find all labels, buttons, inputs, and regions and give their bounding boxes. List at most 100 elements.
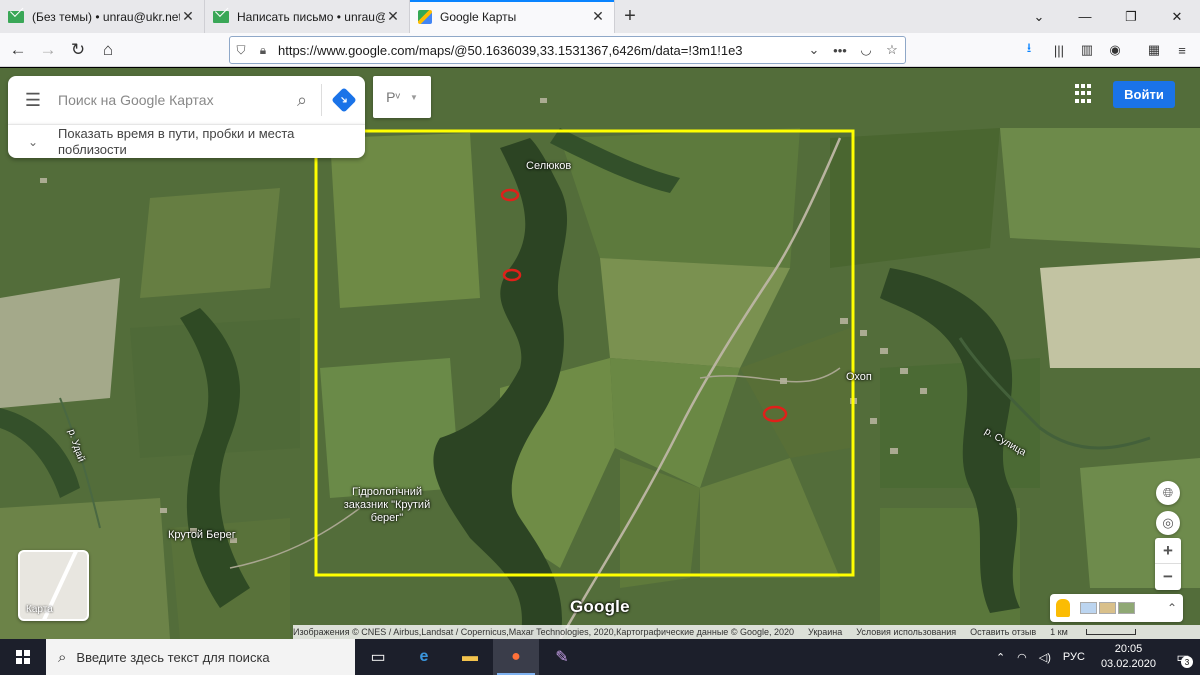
close-tab-icon[interactable]: ✕ bbox=[385, 8, 401, 25]
windows-icon bbox=[16, 650, 30, 664]
search-icon: ⌕ bbox=[58, 648, 67, 666]
zoom-out-button[interactable]: − bbox=[1155, 564, 1181, 590]
scale-label: 1 км bbox=[1050, 627, 1068, 637]
window-controls: ⌄ — ❐ ✕ bbox=[1016, 0, 1200, 33]
tab-title: (Без темы) • unrau@ukr.net bbox=[32, 9, 180, 24]
firefox-icon[interactable]: ● bbox=[493, 639, 539, 675]
show-hidden-icons-icon[interactable]: ⌃ bbox=[996, 651, 1005, 664]
sidebar-icon[interactable]: ▥ bbox=[1076, 39, 1098, 61]
extensions-icon[interactable]: ▦ bbox=[1143, 39, 1165, 61]
country-link[interactable]: Украина bbox=[808, 627, 842, 637]
lock-icon[interactable]: 🔒︎ bbox=[252, 43, 274, 58]
scale-bar bbox=[1085, 629, 1136, 635]
file-explorer-icon[interactable]: ▬ bbox=[447, 639, 493, 675]
layers-bar: ⌃ bbox=[1050, 594, 1183, 622]
bookmark-star-icon[interactable]: ☆ bbox=[879, 42, 905, 58]
taskbar-search-placeholder: Введите здесь текст для поиска bbox=[76, 649, 270, 665]
new-tab-button[interactable]: + bbox=[615, 0, 645, 33]
search-box: ☰ ⌕ ➜ bbox=[8, 76, 365, 124]
notification-count: 3 bbox=[1181, 656, 1193, 668]
mail-icon bbox=[8, 10, 24, 23]
notifications-icon[interactable]: ▭ 3 bbox=[1166, 639, 1200, 675]
map-type-toggle[interactable]: Карта bbox=[18, 550, 89, 621]
clock-date: 03.02.2020 bbox=[1100, 658, 1156, 670]
page-actions-icon[interactable]: ••• bbox=[827, 43, 853, 58]
scale-indicator[interactable]: 1 км bbox=[1050, 627, 1136, 637]
back-icon[interactable]: ← bbox=[4, 36, 32, 64]
layer-thumb-icon[interactable] bbox=[1080, 602, 1097, 614]
shield-icon[interactable]: ⛉ bbox=[230, 43, 252, 58]
tab-mail-inbox[interactable]: (Без темы) • unrau@ukr.net ✕ bbox=[0, 0, 205, 33]
sign-in-button[interactable]: Войти bbox=[1113, 81, 1175, 108]
language-select[interactable]: Рᵛ ▼ bbox=[373, 76, 431, 118]
pocket-icon[interactable]: ◡ bbox=[853, 42, 879, 58]
tab-mail-compose[interactable]: Написать письмо • unrau@ukr.net ✕ bbox=[205, 0, 410, 33]
account-icon[interactable]: ◉ bbox=[1104, 39, 1126, 61]
chevron-down-icon[interactable]: ⌄ bbox=[801, 42, 827, 58]
attribution-bar: Изображения © CNES / Airbus,Landsat / Co… bbox=[293, 625, 1200, 639]
close-window-icon[interactable]: ✕ bbox=[1154, 0, 1200, 33]
feedback-link[interactable]: Оставить отзыв bbox=[970, 627, 1036, 637]
chevron-down-icon[interactable]: ⌄ bbox=[8, 135, 58, 149]
tab-title: Google Карты bbox=[440, 9, 517, 24]
language-indicator[interactable]: РУС bbox=[1063, 651, 1085, 663]
restore-icon[interactable]: ❐ bbox=[1108, 0, 1154, 33]
apps-grid-icon[interactable] bbox=[1075, 84, 1095, 104]
reload-icon[interactable]: ↻ bbox=[64, 36, 92, 64]
tab-title: Написать письмо • unrau@ukr.net bbox=[237, 9, 385, 24]
nearby-info-panel[interactable]: ⌄ Показать время в пути, пробки и места … bbox=[8, 124, 365, 158]
globe-icon[interactable]: 🌐︎ bbox=[1156, 481, 1180, 505]
google-maps-icon bbox=[418, 9, 432, 24]
language-value: Рᵛ bbox=[386, 89, 400, 105]
menu-icon[interactable]: ☰ bbox=[8, 90, 58, 111]
expand-up-icon[interactable]: ⌃ bbox=[1167, 601, 1177, 615]
network-icon[interactable]: ◠ bbox=[1017, 651, 1027, 664]
tab-google-maps[interactable]: Google Карты ✕ bbox=[410, 0, 615, 33]
task-view-icon[interactable]: ▭ bbox=[355, 639, 401, 675]
layer-thumb-icon[interactable] bbox=[1118, 602, 1135, 614]
windows-taskbar: ⌕ Введите здесь текст для поиска ▭ e ▬ ●… bbox=[0, 639, 1200, 675]
my-location-icon[interactable]: ◎ bbox=[1156, 511, 1180, 535]
nearby-info-text: Показать время в пути, пробки и места по… bbox=[58, 125, 295, 157]
place-label-reserve[interactable]: Гідрологічний заказник "Крутий берег" bbox=[342, 486, 432, 525]
url-bar[interactable]: ⛉ 🔒︎ https://www.google.com/maps/@50.163… bbox=[229, 36, 906, 64]
clock[interactable]: 20:05 03.02.2020 bbox=[1101, 642, 1156, 672]
tab-bar: (Без темы) • unrau@ukr.net ✕ Написать пи… bbox=[0, 0, 1200, 33]
taskbar-search[interactable]: ⌕ Введите здесь текст для поиска bbox=[46, 639, 355, 675]
edge-icon[interactable]: e bbox=[401, 639, 447, 675]
pegman-icon[interactable] bbox=[1056, 599, 1070, 617]
terms-link[interactable]: Условия использования bbox=[856, 627, 956, 637]
search-icon[interactable]: ⌕ bbox=[283, 90, 321, 111]
paint-icon[interactable]: ✎ bbox=[539, 639, 585, 675]
minimize-icon[interactable]: — bbox=[1062, 0, 1108, 33]
menu-icon[interactable]: ≡ bbox=[1171, 39, 1193, 61]
layer-thumb-icon[interactable] bbox=[1099, 602, 1116, 614]
navigation-bar: ← → ↻ ⌂ ⛉ 🔒︎ https://www.google.com/maps… bbox=[0, 33, 1200, 67]
mail-icon bbox=[213, 10, 229, 23]
directions-icon: ➜ bbox=[330, 87, 357, 113]
map-type-label: Карта bbox=[26, 604, 53, 615]
caret-down-icon: ▼ bbox=[409, 92, 418, 102]
imagery-attribution: Изображения © CNES / Airbus,Landsat / Co… bbox=[293, 627, 794, 637]
close-tab-icon[interactable]: ✕ bbox=[180, 8, 196, 25]
start-button[interactable] bbox=[0, 639, 46, 675]
chevron-down-icon[interactable]: ⌄ bbox=[1016, 0, 1062, 33]
zoom-in-button[interactable]: + bbox=[1155, 538, 1181, 564]
place-label-okhop[interactable]: Охоп bbox=[846, 371, 872, 383]
google-logo: Google bbox=[570, 597, 630, 616]
system-tray: ⌃ ◠ ◁) РУС 20:05 03.02.2020 ▭ 3 bbox=[990, 639, 1200, 675]
place-label-selyukov[interactable]: Селюков bbox=[526, 160, 571, 172]
clock-time: 20:05 bbox=[1114, 643, 1143, 655]
zoom-control: + − bbox=[1155, 538, 1181, 590]
satellite-map[interactable]: Селюков Охоп Гідрологічний заказник "Кру… bbox=[0, 68, 1200, 639]
directions-button[interactable]: ➜ bbox=[321, 84, 365, 116]
place-label-krutoi-bereg[interactable]: Крутой Берег bbox=[168, 529, 236, 541]
download-icon[interactable]: ⭳ bbox=[1018, 39, 1040, 61]
close-tab-icon[interactable]: ✕ bbox=[590, 8, 606, 25]
home-icon[interactable]: ⌂ bbox=[94, 36, 122, 64]
forward-icon[interactable]: → bbox=[34, 36, 62, 64]
search-input[interactable] bbox=[58, 92, 283, 108]
volume-icon[interactable]: ◁) bbox=[1039, 651, 1051, 664]
url-text[interactable]: https://www.google.com/maps/@50.1636039,… bbox=[274, 43, 801, 58]
library-icon[interactable]: ||| bbox=[1048, 39, 1070, 61]
